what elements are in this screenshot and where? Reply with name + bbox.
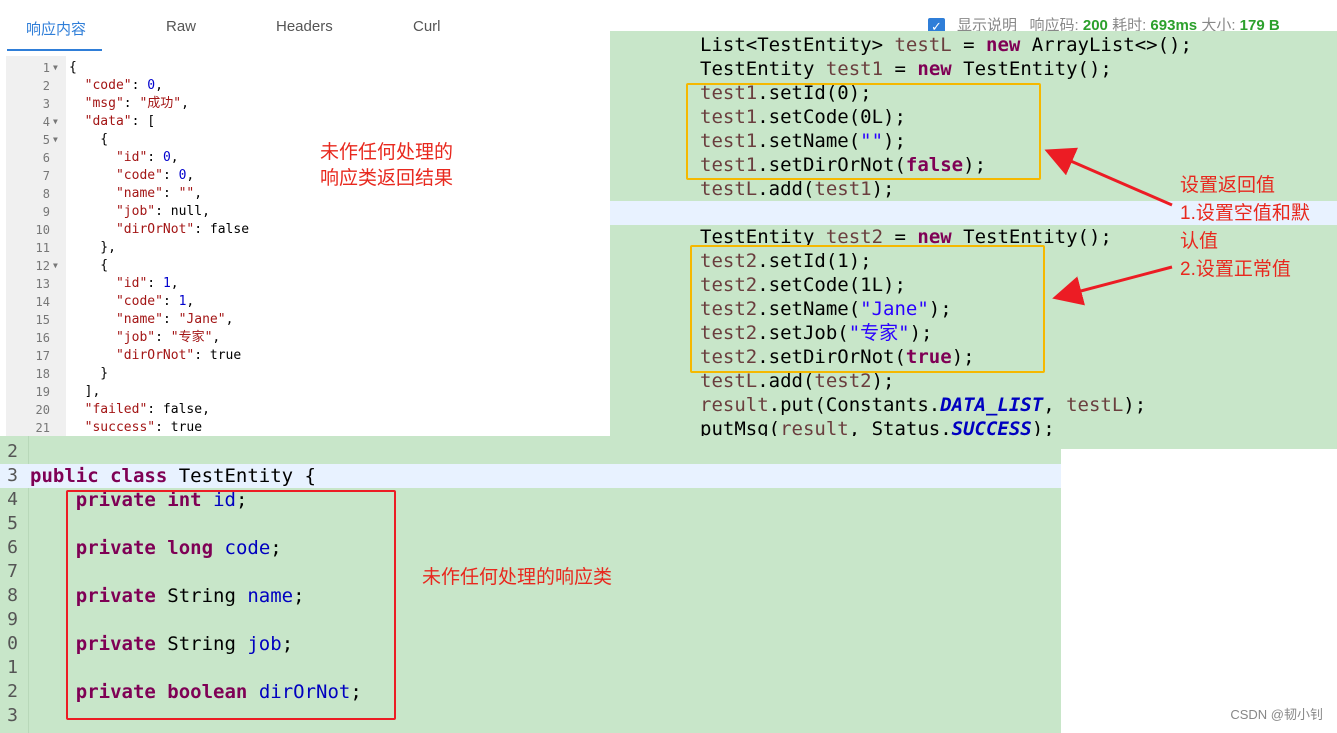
line-number: 7 xyxy=(7,561,18,582)
code-token: TestEntity { xyxy=(167,465,316,487)
line-number: 3 xyxy=(7,465,18,486)
line-number: 0 xyxy=(7,633,18,654)
line-number: 2 xyxy=(7,681,18,702)
class-code-line: 2 xyxy=(0,440,1061,464)
line-number: 2 xyxy=(7,441,18,462)
highlight-box-fields xyxy=(66,490,396,720)
code-token: public class xyxy=(30,465,168,487)
line-number: 6 xyxy=(7,537,18,558)
class-code: public class TestEntity { xyxy=(30,464,316,488)
arrow-to-empty-values xyxy=(1044,147,1173,207)
watermark: CSDN @韧小钊 xyxy=(1230,707,1323,722)
line-number: 8 xyxy=(7,585,18,606)
annotation-set-return-values: 设置返回值 1.设置空值和默 认值 2.设置正常值 xyxy=(1180,175,1310,280)
line-number: 9 xyxy=(7,609,18,630)
arrow-to-normal-values xyxy=(1052,265,1173,306)
line-number: 1 xyxy=(7,657,18,678)
line-number: 5 xyxy=(7,513,18,534)
line-number: 4 xyxy=(7,489,18,510)
line-number: 3 xyxy=(7,705,18,726)
note-unprocessed-class: 未作任何处理的响应类 xyxy=(422,567,613,588)
class-code-line: 3 public class TestEntity { xyxy=(0,464,1061,488)
